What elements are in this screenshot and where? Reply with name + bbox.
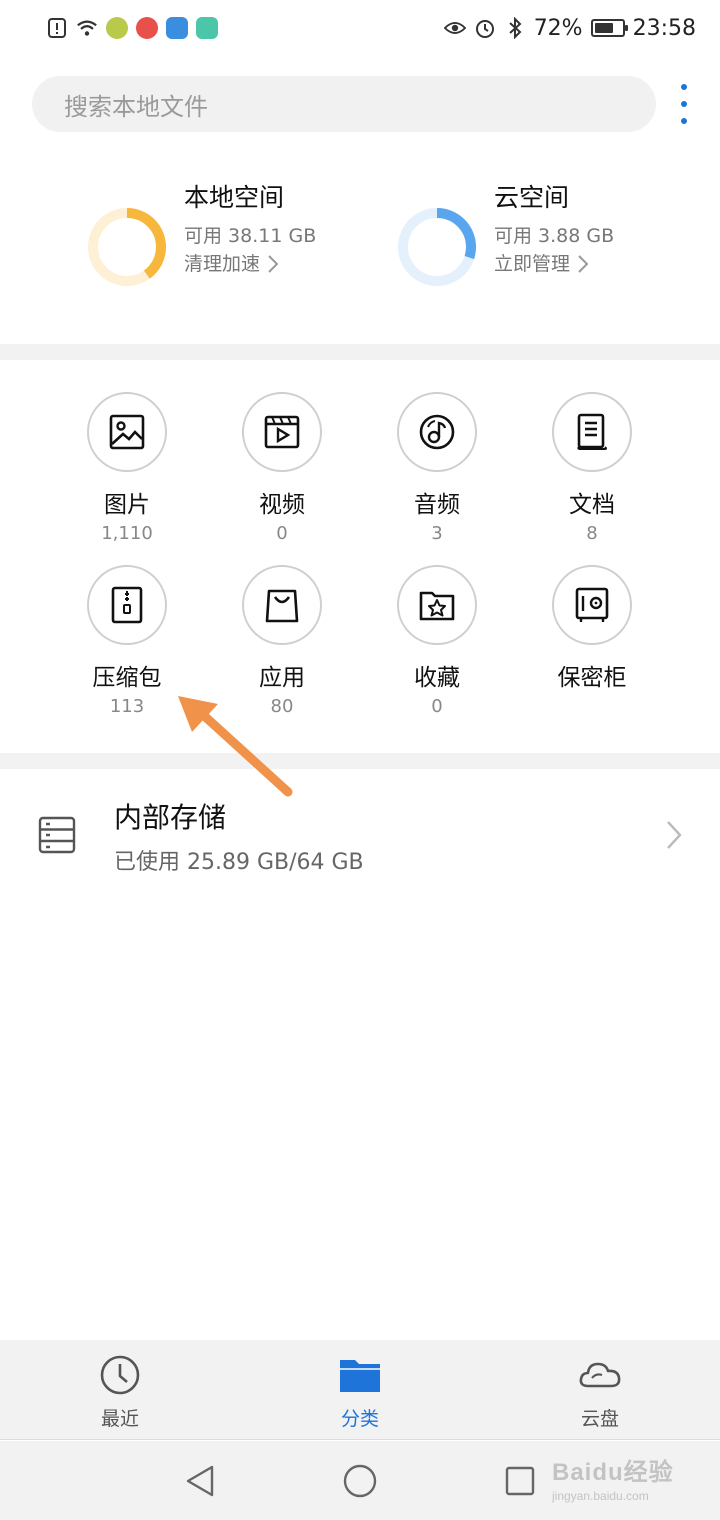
local-space-title: 本地空间 bbox=[184, 183, 285, 212]
annotation-arrow-icon bbox=[178, 696, 293, 797]
search-placeholder: 搜索本地文件 bbox=[64, 92, 208, 121]
category-count: 0 bbox=[276, 523, 288, 544]
category-count: 1,110 bbox=[101, 523, 153, 544]
category-label: 收藏 bbox=[414, 665, 460, 691]
category-label: 压缩包 bbox=[92, 665, 162, 691]
tab-categories[interactable]: 分类 bbox=[300, 1354, 420, 1431]
bottom-tab-bar: 最近 分类 云盘 bbox=[0, 1340, 720, 1440]
clean-speedup-link[interactable]: 清理加速 bbox=[184, 252, 316, 276]
video-icon bbox=[242, 392, 322, 472]
status-right: 72% 23:58 bbox=[443, 15, 696, 41]
tab-label: 最近 bbox=[100, 1408, 139, 1430]
watermark-main: Baidu经验 bbox=[552, 1459, 674, 1486]
category-audio[interactable]: 音频 3 bbox=[357, 392, 517, 546]
back-triangle-icon bbox=[186, 1465, 214, 1497]
internal-storage-usage: 已使用 25.89 GB/64 GB bbox=[114, 850, 364, 875]
category-safe[interactable]: 保密柜 bbox=[512, 565, 672, 695]
cloud-space-card[interactable]: 云空间 可用 3.88 GB 立即管理 bbox=[396, 180, 614, 310]
category-count: 8 bbox=[586, 523, 598, 544]
clock-icon bbox=[100, 1355, 140, 1395]
section-divider bbox=[0, 753, 720, 769]
app-bag-icon bbox=[242, 565, 322, 645]
category-label: 图片 bbox=[104, 492, 150, 518]
document-icon bbox=[552, 392, 632, 472]
recents-nav-button[interactable] bbox=[500, 1461, 540, 1501]
app-notification-icon bbox=[136, 17, 158, 39]
back-nav-button[interactable] bbox=[180, 1461, 220, 1501]
chevron-right-icon bbox=[578, 255, 589, 273]
status-bar: 72% 23:58 bbox=[0, 0, 720, 56]
category-label: 视频 bbox=[259, 492, 305, 518]
baidu-watermark: Baidu经验 jingyan.baidu.com bbox=[552, 1452, 674, 1503]
image-icon bbox=[87, 392, 167, 472]
cloud-space-ring-icon bbox=[398, 208, 476, 286]
more-options-icon[interactable] bbox=[676, 84, 692, 124]
notification-alert-icon bbox=[46, 17, 68, 39]
favorite-folder-icon bbox=[397, 565, 477, 645]
search-input[interactable]: 搜索本地文件 bbox=[32, 76, 656, 132]
home-circle-icon bbox=[343, 1464, 377, 1498]
category-favorites[interactable]: 收藏 0 bbox=[357, 565, 517, 719]
manage-now-label: 立即管理 bbox=[494, 253, 571, 275]
tab-label: 云盘 bbox=[580, 1408, 619, 1430]
eye-comfort-icon bbox=[443, 17, 466, 39]
alarm-icon bbox=[474, 17, 496, 39]
category-label: 保密柜 bbox=[557, 665, 627, 691]
local-space-available: 可用 38.11 GB bbox=[184, 225, 317, 247]
home-nav-button[interactable] bbox=[340, 1461, 380, 1501]
internal-storage-row[interactable]: 内部存储 已使用 25.89 GB/64 GB bbox=[0, 770, 720, 900]
category-images[interactable]: 图片 1,110 bbox=[47, 392, 207, 546]
internal-storage-title: 内部存储 bbox=[114, 801, 227, 834]
watermark-sub: jingyan.baidu.com bbox=[552, 1489, 649, 1503]
folder-icon bbox=[340, 1360, 380, 1392]
category-count: 3 bbox=[431, 523, 443, 544]
chevron-right-icon bbox=[667, 821, 682, 849]
clock-time: 23:58 bbox=[632, 15, 696, 41]
status-left bbox=[46, 17, 218, 39]
app-notification-icon bbox=[166, 17, 188, 39]
section-divider bbox=[0, 344, 720, 360]
cloud-space-title: 云空间 bbox=[494, 183, 570, 212]
category-label: 应用 bbox=[259, 665, 305, 691]
cloud-icon bbox=[579, 1362, 621, 1388]
storage-summary: 本地空间 可用 38.11 GB 清理加速 云空间 可用 3.88 GB 立即管… bbox=[0, 180, 720, 330]
clean-speedup-label: 清理加速 bbox=[184, 253, 261, 275]
chevron-right-icon bbox=[268, 255, 279, 273]
category-videos[interactable]: 视频 0 bbox=[202, 392, 362, 546]
local-space-card[interactable]: 本地空间 可用 38.11 GB 清理加速 bbox=[86, 180, 316, 310]
manage-now-link[interactable]: 立即管理 bbox=[494, 252, 614, 276]
tab-recent[interactable]: 最近 bbox=[60, 1354, 180, 1431]
cloud-space-available: 可用 3.88 GB bbox=[494, 225, 615, 247]
category-label: 文档 bbox=[569, 492, 615, 518]
battery-percent: 72% bbox=[533, 15, 583, 41]
safe-icon bbox=[552, 565, 632, 645]
bluetooth-icon bbox=[504, 17, 526, 39]
tab-label: 分类 bbox=[340, 1408, 379, 1430]
category-count: 113 bbox=[109, 696, 145, 717]
tab-cloud-drive[interactable]: 云盘 bbox=[540, 1354, 660, 1431]
storage-server-icon bbox=[38, 816, 76, 854]
app-notification-icon bbox=[196, 17, 218, 39]
local-space-ring-icon bbox=[88, 208, 166, 286]
category-label: 音频 bbox=[414, 492, 460, 518]
battery-icon bbox=[590, 19, 628, 37]
recents-square-icon bbox=[505, 1466, 535, 1496]
audio-icon bbox=[397, 392, 477, 472]
category-count: 0 bbox=[431, 696, 443, 717]
archive-icon bbox=[87, 565, 167, 645]
wifi-icon bbox=[76, 17, 98, 39]
search-row: 搜索本地文件 bbox=[32, 76, 692, 132]
app-notification-icon bbox=[106, 17, 128, 39]
category-documents[interactable]: 文档 8 bbox=[512, 392, 672, 546]
